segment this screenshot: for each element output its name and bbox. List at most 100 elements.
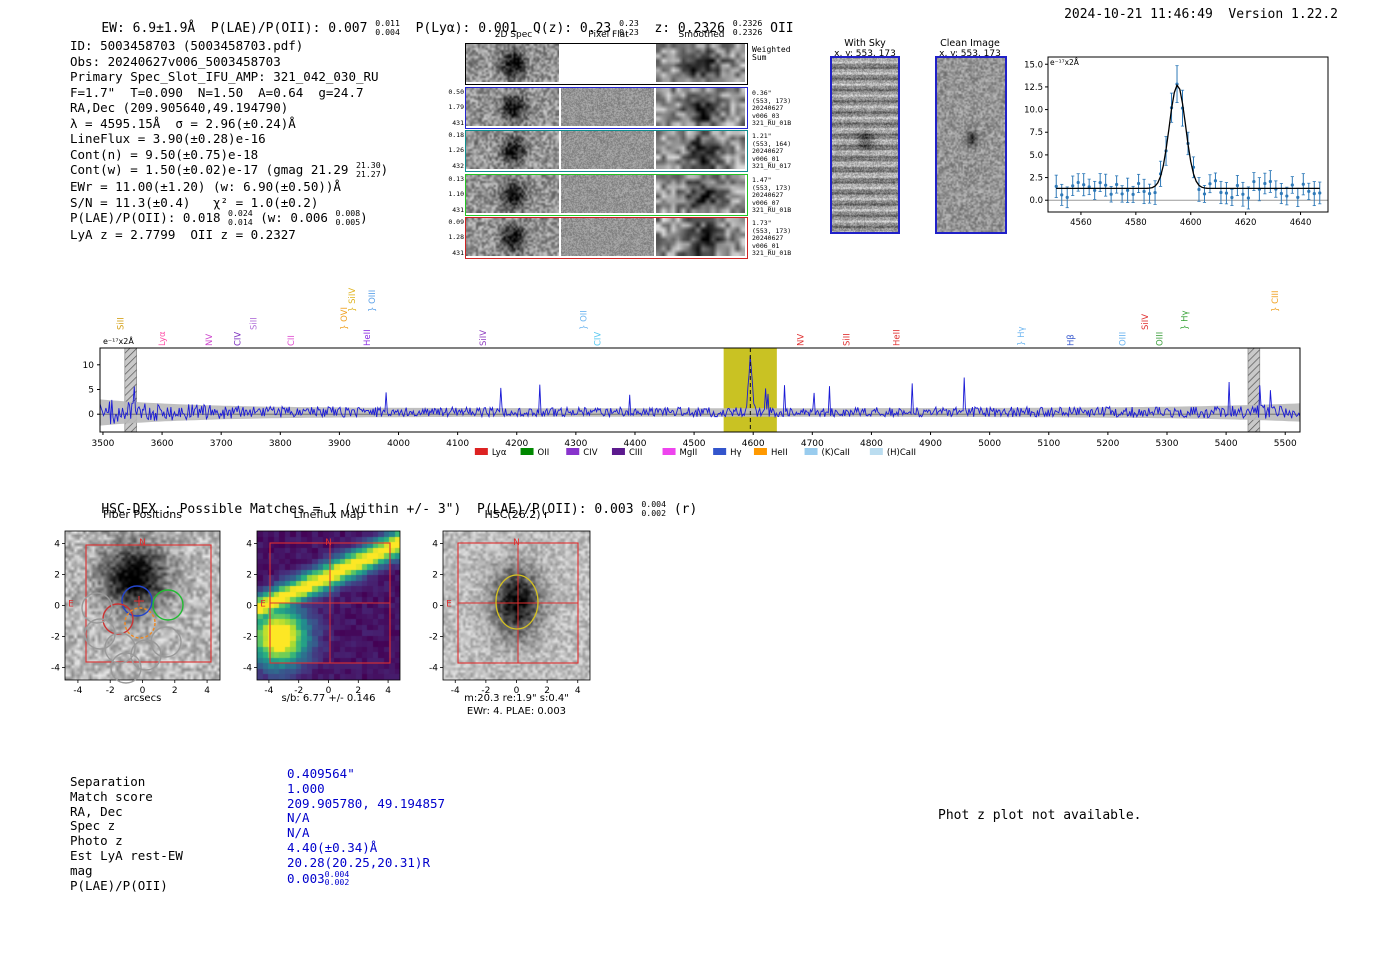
legend-label: OII	[538, 448, 550, 458]
x-tick-label: 4	[575, 686, 581, 696]
info-text: LyA z = 2.7799 OII z = 0.2327	[70, 227, 296, 242]
data-point	[1219, 191, 1222, 194]
info-text: Cont(w) = 1.50(±0.02)e-17 (gmag 21.29	[70, 162, 356, 177]
x-tick-label: -2	[106, 686, 115, 696]
legend-swatch	[663, 448, 676, 455]
data-points	[1055, 66, 1322, 209]
data-point	[1225, 192, 1228, 195]
plot-frame	[257, 531, 400, 680]
y-tick-label: 2	[54, 570, 60, 580]
clean-image	[937, 58, 1005, 232]
y-tick-label: 0	[88, 410, 94, 420]
plae-ratio: P(LAE)/P(OII): 0.007	[211, 21, 375, 36]
smoothed-image	[656, 88, 745, 126]
emission-line-label: SiII	[843, 333, 853, 346]
y-tick-label: -4	[51, 664, 60, 674]
strip-row	[465, 130, 748, 172]
y-tick-label: 0	[246, 602, 252, 612]
full-spectrum-chart: 0510350036003700380039004000410042004300…	[60, 262, 1350, 464]
match-row-value: 0.409564"	[287, 767, 445, 782]
emission-line-label: } Hγ	[1181, 310, 1191, 330]
strip-right-value: 321_RU_01B	[752, 207, 806, 215]
match-value-uncertainty: 0.0040.002	[325, 870, 350, 887]
emission-line-label: } OIII	[368, 290, 378, 312]
x-tick-label: 4	[204, 686, 210, 696]
strip-row	[465, 43, 748, 85]
strip-right-labels: 1.21"(553, 164)20240627v006_01321_RU_017	[752, 133, 806, 171]
x-tick-label: 5000	[978, 439, 1001, 449]
x-tick-label: 5500	[1274, 439, 1297, 449]
x-tick-label: 3700	[210, 439, 233, 449]
x-tick-label: 4640	[1290, 218, 1312, 228]
clean-image-title: Clean Image	[925, 38, 1015, 49]
data-point	[1247, 196, 1250, 199]
emission-line-label: } SiIV	[348, 288, 358, 312]
compass-east-label: E	[446, 600, 452, 610]
data-point	[1296, 196, 1299, 199]
y-tick-label: 4	[54, 539, 60, 549]
data-point	[1077, 181, 1080, 184]
strip-left-labels: 0.131.10431	[443, 176, 464, 214]
plae-sub: 0.004	[375, 28, 400, 37]
strip-row	[465, 174, 748, 216]
x-tick-label: 4580	[1125, 218, 1147, 228]
emission-line-label: NV	[796, 334, 806, 346]
col-header-pixel-flat: Pixel Flat	[562, 30, 655, 40]
data-point	[1269, 180, 1272, 183]
x-tick-label: 4600	[1180, 218, 1202, 228]
emission-line-label: CII	[287, 335, 297, 346]
emission-line-label: Hβ	[1067, 334, 1077, 346]
legend-label: (H)CaII	[887, 448, 916, 458]
data-point	[1055, 185, 1058, 188]
x-tick-label: 0	[326, 686, 332, 696]
match-value-text: 0.409564"	[287, 766, 355, 781]
strip-left-value: 1.26	[443, 147, 464, 155]
legend-swatch	[521, 448, 534, 455]
strip-left-value: 0.13	[443, 176, 464, 184]
info-line: Cont(w) = 1.50(±0.02)e-17 (gmag 21.29 21…	[70, 162, 388, 179]
emission-line-label: CIV	[594, 332, 604, 346]
strip-right-value: Sum	[752, 54, 806, 62]
x-tick-label: 5100	[1037, 439, 1060, 449]
strip-left-value: 431	[443, 250, 464, 258]
data-point	[1099, 181, 1102, 184]
legend-label: MgII	[680, 448, 698, 458]
match-row-value: N/A	[287, 811, 445, 826]
data-point	[1060, 193, 1063, 196]
data-point	[1307, 190, 1310, 193]
legend-swatch	[754, 448, 767, 455]
data-point	[1126, 189, 1129, 192]
photz-unavailable-note: Phot z plot not available.	[938, 808, 1142, 823]
match-row-label: P(LAE)/P(OII)	[70, 879, 183, 894]
x-tick-label: 3600	[151, 439, 174, 449]
info-text: F=1.7" T=0.090 N=1.50 A=0.64 g=24.7	[70, 85, 364, 100]
lineflux-map-title: Lineflux Map	[257, 508, 400, 521]
spec-2d-image	[466, 175, 559, 213]
data-point	[1082, 183, 1085, 186]
data-point	[1148, 192, 1151, 195]
strip-left-value: 0.09	[443, 219, 464, 227]
with-sky-image	[832, 58, 898, 232]
data-point	[1318, 191, 1321, 194]
hsc-cutout-title: HSC(26.2) r	[443, 508, 590, 521]
info-text: RA,Dec (209.905640,49.194790)	[70, 100, 288, 115]
match-value-text: 20.28(20.25,20.31)R	[287, 855, 430, 870]
legend-swatch	[870, 448, 883, 455]
x-tick-label: 3900	[328, 439, 351, 449]
data-point	[1252, 180, 1255, 183]
info-text: λ = 4595.15Å σ = 2.96(±0.24)Å	[70, 116, 296, 131]
strip-left-value: 1.79	[443, 104, 464, 112]
y-axis-unit-label: e⁻¹⁷x2Å	[1050, 58, 1080, 67]
strip-right-value: 321_RU_017	[752, 163, 806, 171]
legend-label: HeII	[771, 448, 788, 458]
y-tick-label: -4	[243, 664, 252, 674]
data-point	[1197, 188, 1200, 191]
x-tick-label: 0	[140, 686, 146, 696]
data-point	[1104, 184, 1107, 187]
x-tick-label: 0	[514, 686, 520, 696]
x-tick-label: -2	[481, 686, 490, 696]
fiber-circle	[85, 619, 115, 649]
data-point	[1153, 191, 1156, 194]
y-tick-label: 2	[432, 570, 438, 580]
match-value-text: 0.003	[287, 871, 325, 886]
